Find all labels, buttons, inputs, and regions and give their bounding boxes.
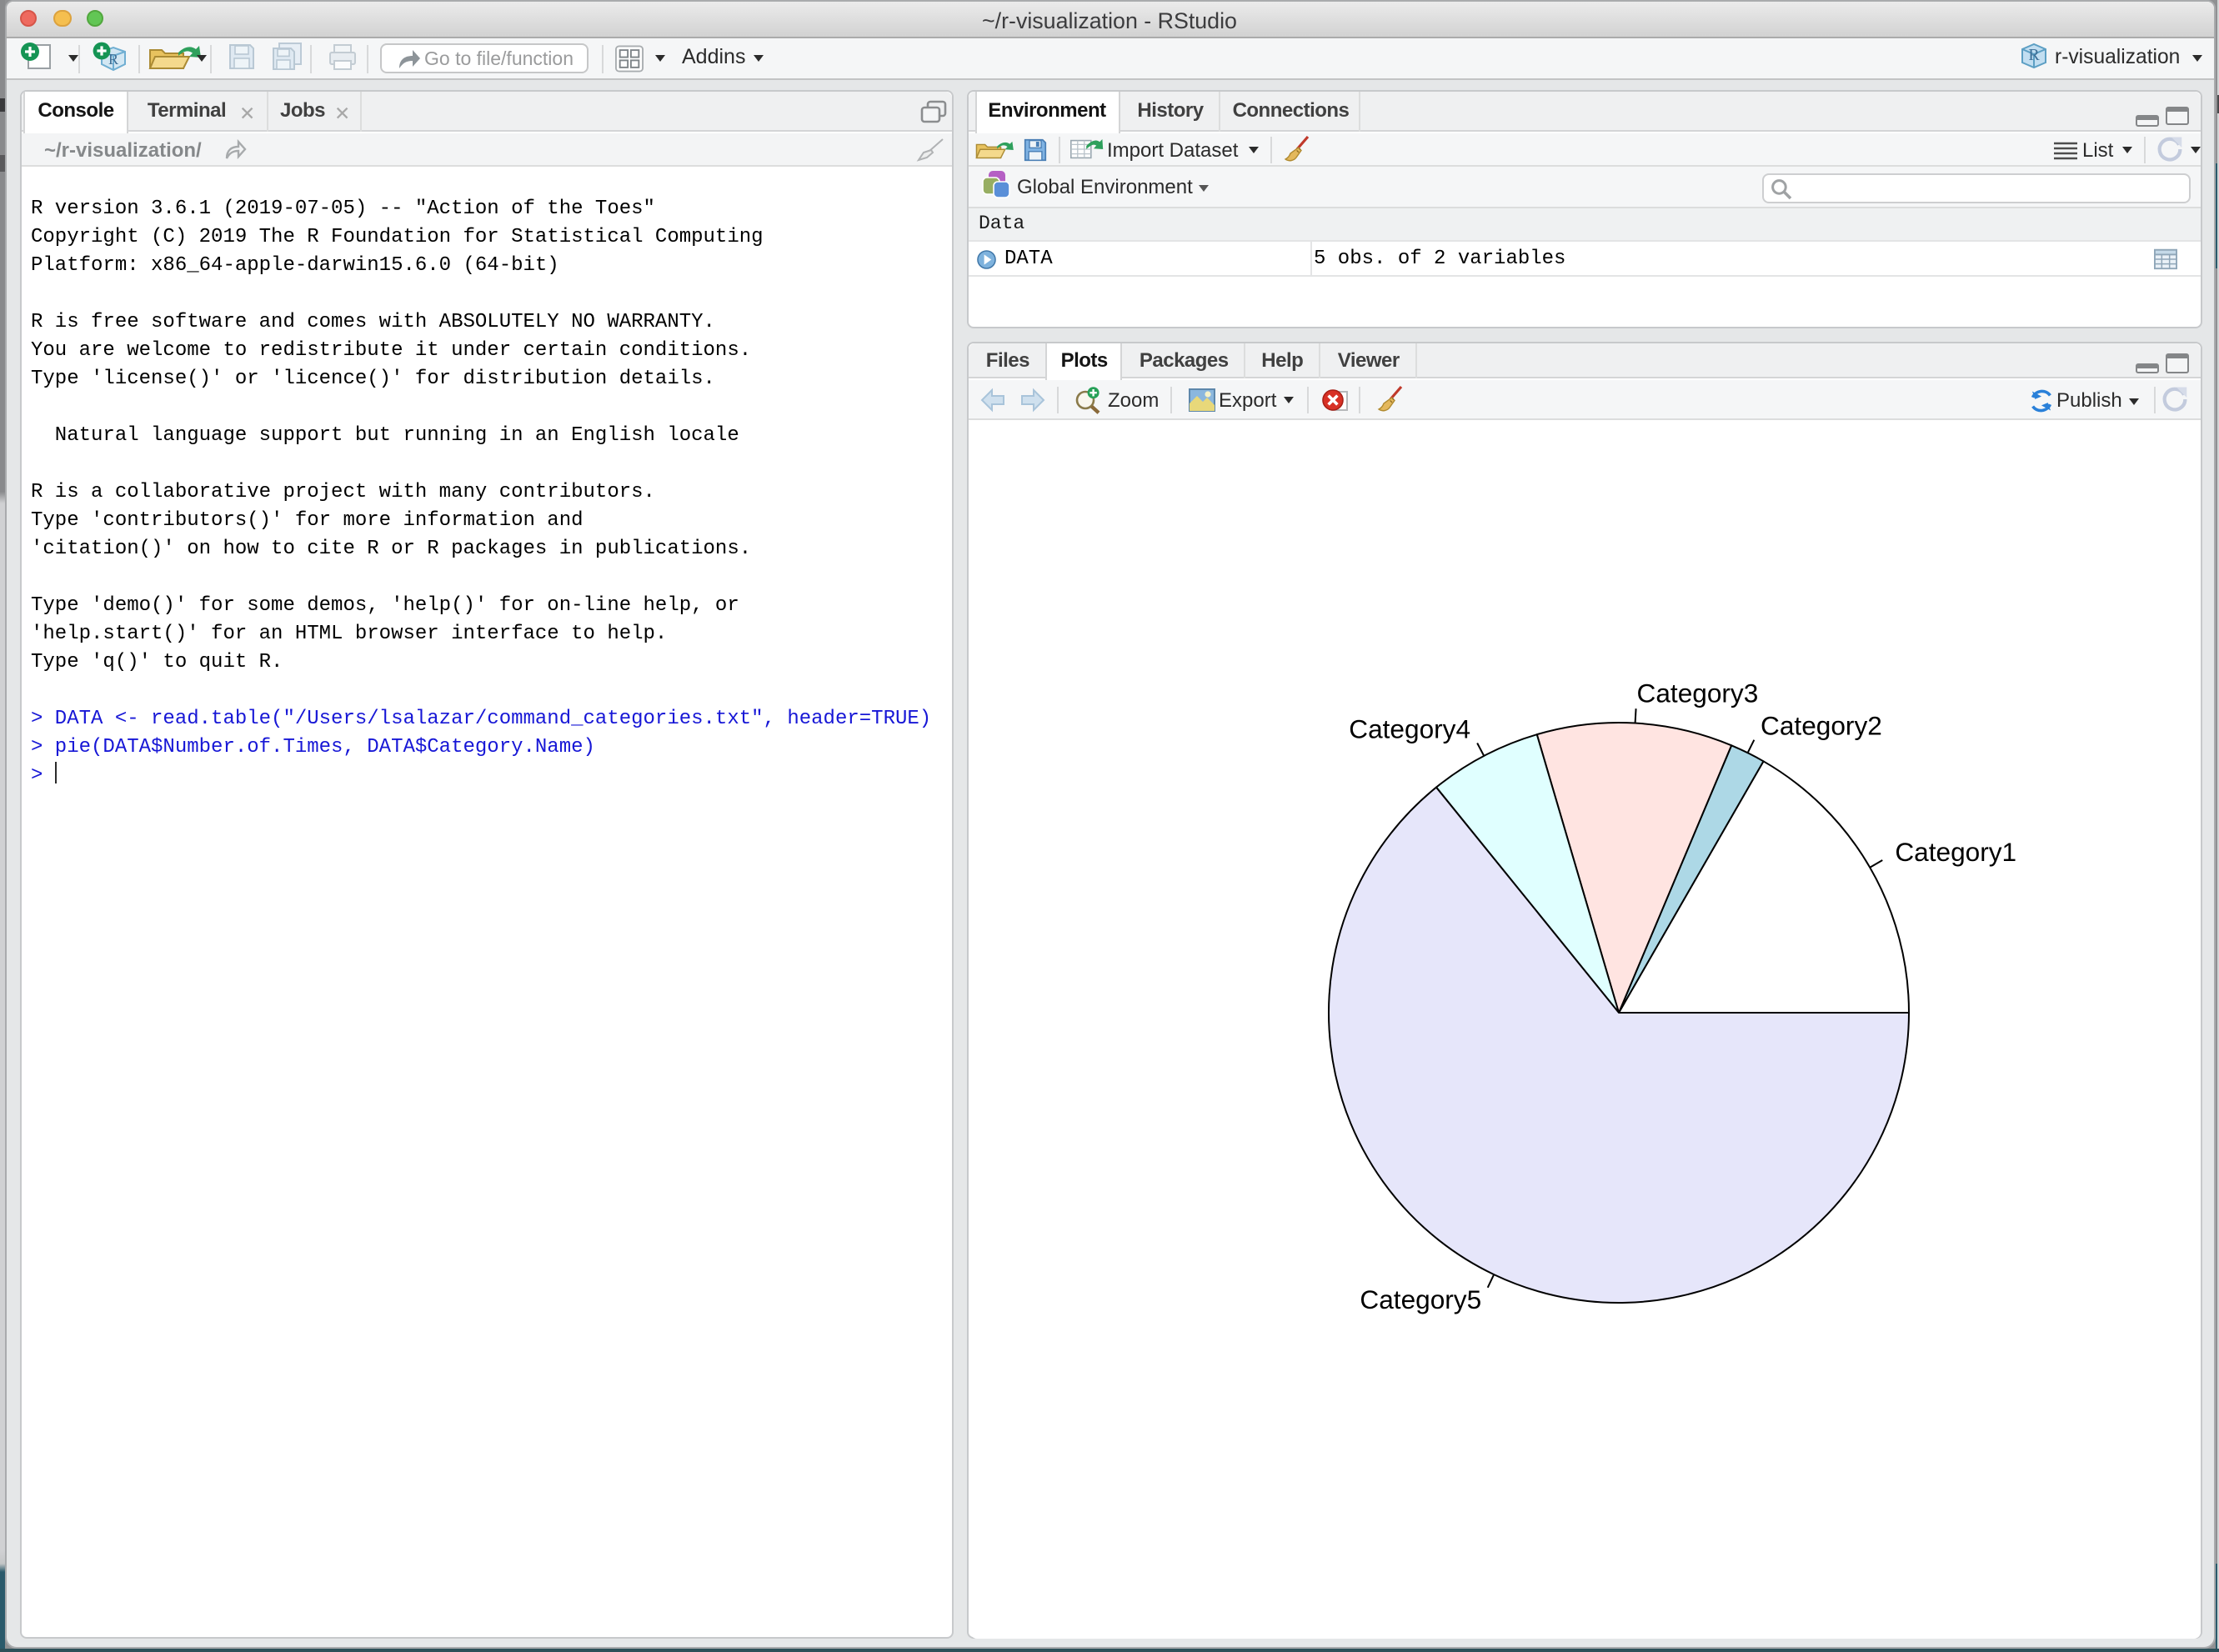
svg-text:Category1: Category1 [1894,837,2016,867]
svg-text:R: R [2028,45,2040,63]
svg-text:Category4: Category4 [1348,714,1470,744]
svg-text:Category3: Category3 [1636,678,1758,708]
svg-text:Category2: Category2 [1760,711,1881,741]
svg-text:Category5: Category5 [1359,1284,1480,1314]
